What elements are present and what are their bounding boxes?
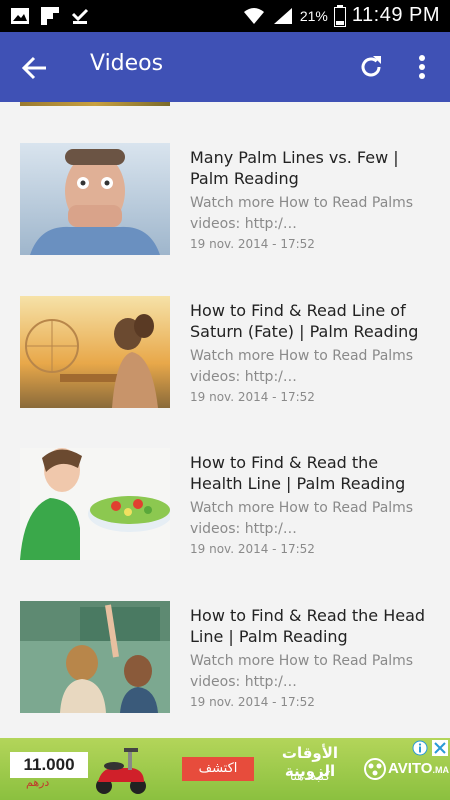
refresh-icon[interactable]	[356, 52, 386, 82]
download-done-icon	[71, 8, 89, 24]
video-date: 19 nov. 2014 - 17:52	[190, 695, 315, 709]
video-thumbnail[interactable]	[20, 448, 170, 560]
video-date: 19 nov. 2014 - 17:52	[190, 390, 315, 404]
gallery-icon	[11, 8, 29, 24]
flipboard-icon	[41, 7, 59, 25]
avito-logo-icon	[364, 758, 386, 780]
ad-banner[interactable]: 11.000 درهم اكتشف الأوقات الزوينة كتبدا …	[0, 738, 450, 800]
video-thumbnail[interactable]	[20, 601, 170, 713]
ad-cta-button[interactable]: اكتشف	[182, 757, 254, 781]
video-title: How to Find & Read the Head Line | Palm …	[190, 606, 426, 646]
video-description: Watch more How to Read Palms videos: htt…	[190, 195, 414, 232]
video-list[interactable]: Many Palm Lines vs. Few | Palm Reading W…	[0, 102, 450, 730]
ad-brand-suffix: .MA	[432, 765, 449, 775]
more-vert-icon[interactable]	[410, 52, 434, 82]
ad-brand: AVITO.MA	[388, 760, 449, 777]
ad-info-icon[interactable]	[412, 740, 428, 756]
page-title: Videos	[90, 51, 164, 76]
video-thumbnail[interactable]	[20, 143, 170, 255]
battery-icon	[333, 4, 346, 27]
video-description: Watch more How to Read Palms videos: htt…	[190, 653, 414, 690]
battery-percent: 21%	[299, 7, 328, 24]
video-list-item[interactable]: How to Find & Read the Health Line | Pal…	[0, 448, 450, 588]
ad-subline: كتبدا هنا	[289, 769, 330, 783]
video-date: 19 nov. 2014 - 17:52	[190, 237, 315, 251]
video-list-item[interactable]: Many Palm Lines vs. Few | Palm Reading W…	[0, 143, 450, 283]
clock: 11:49 PM	[351, 4, 440, 26]
video-thumbnail[interactable]	[20, 296, 170, 408]
ad-currency: درهم	[26, 776, 50, 789]
video-title: Many Palm Lines vs. Few | Palm Reading	[190, 148, 399, 188]
video-title: How to Find & Read Line of Saturn (Fate)…	[190, 301, 419, 341]
app-bar: Videos	[0, 32, 450, 102]
back-arrow-icon[interactable]	[20, 53, 50, 83]
signal-icon	[273, 7, 292, 24]
video-date: 19 nov. 2014 - 17:52	[190, 542, 315, 556]
status-bar: 21% 11:49 PM	[0, 0, 450, 32]
wifi-icon	[243, 7, 264, 24]
video-description: Watch more How to Read Palms videos: htt…	[190, 348, 414, 385]
video-description: Watch more How to Read Palms videos: htt…	[190, 500, 414, 537]
video-list-item[interactable]: How to Find & Read Line of Saturn (Fate)…	[0, 296, 450, 436]
video-thumbnail-partial[interactable]	[20, 102, 170, 106]
ad-brand-name: AVITO	[388, 760, 433, 777]
video-list-item[interactable]: How to Find & Read the Head Line | Palm …	[0, 601, 450, 730]
video-title: How to Find & Read the Health Line | Pal…	[190, 453, 406, 493]
ad-price: 11.000	[10, 752, 88, 778]
scooter-image	[96, 748, 146, 794]
ad-close-icon[interactable]	[432, 740, 448, 756]
